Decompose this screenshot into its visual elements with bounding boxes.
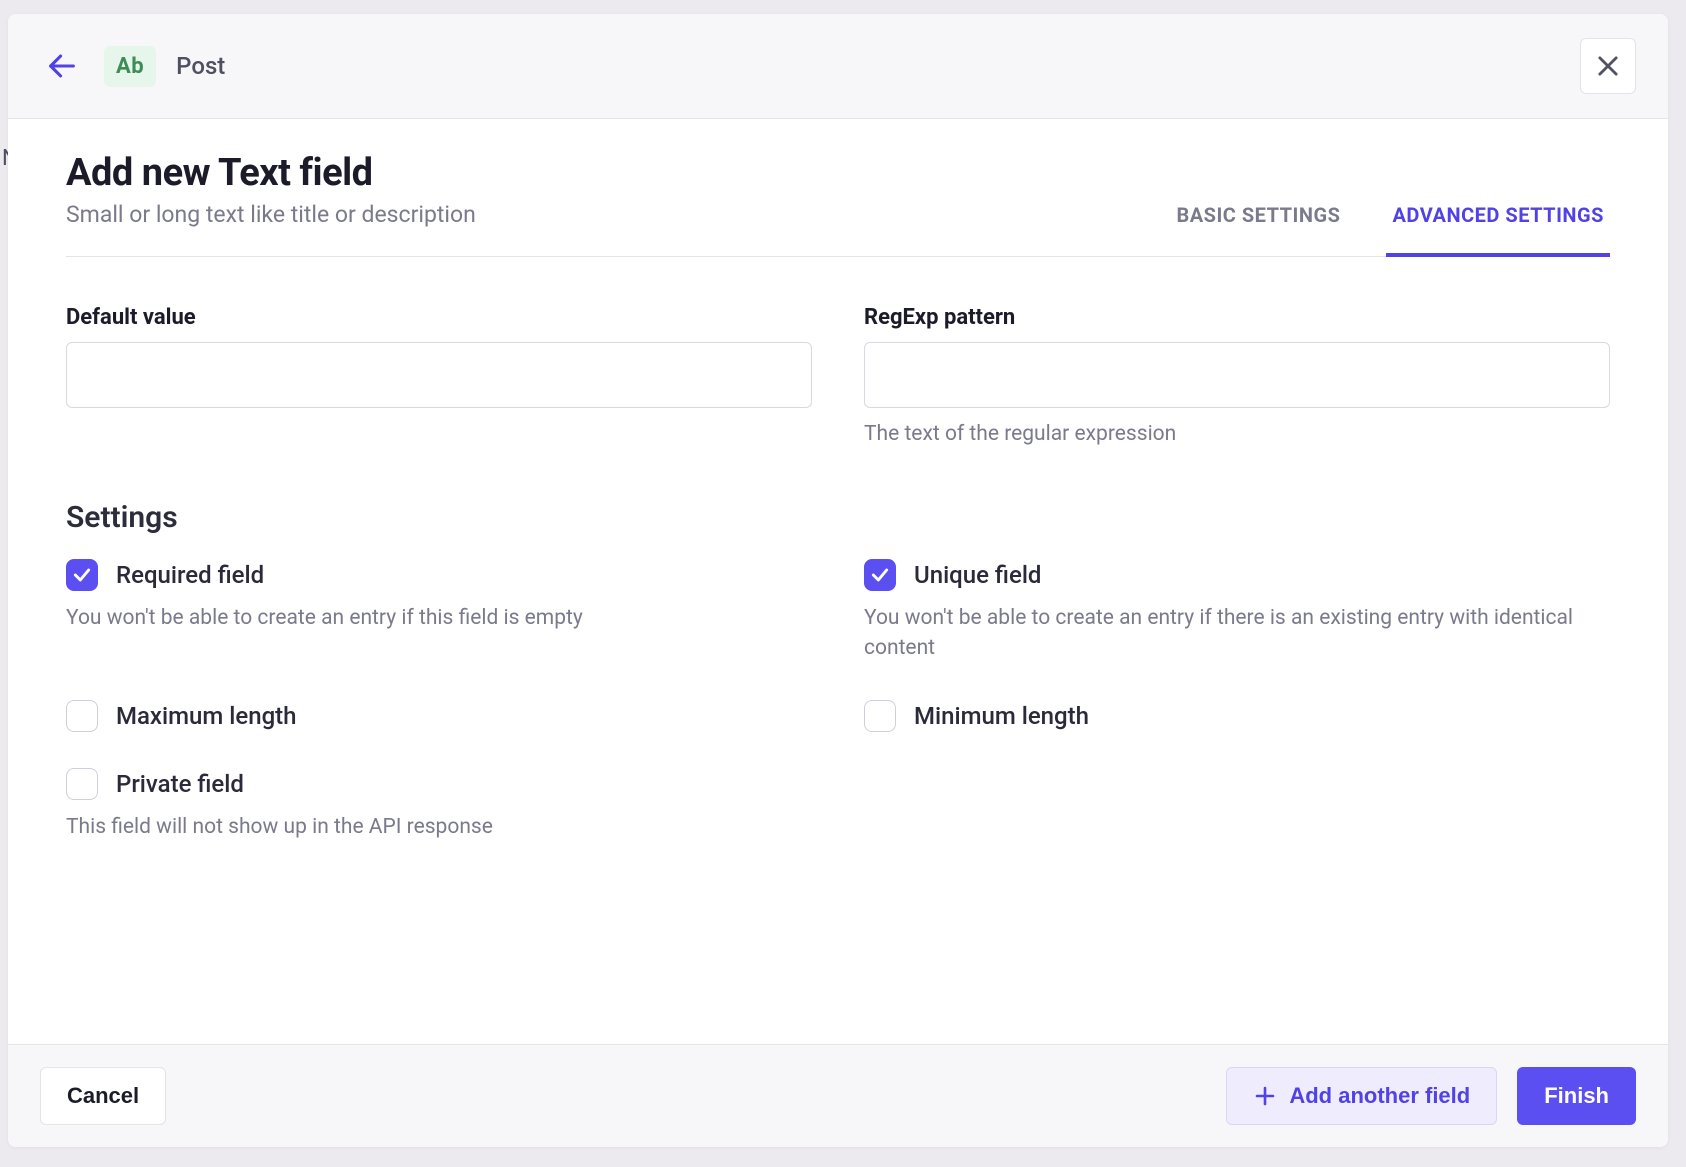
setting-unique: Unique field You won't be able to create…	[864, 559, 1610, 664]
plus-icon	[1253, 1084, 1277, 1108]
check-icon	[72, 565, 92, 585]
tab-advanced-settings[interactable]: Advanced Settings	[1386, 189, 1610, 257]
page-subtitle: Small or long text like title or descrip…	[66, 201, 1170, 228]
required-label: Required field	[116, 561, 264, 589]
check-icon	[870, 565, 890, 585]
tabs: Basic Settings Advanced Settings	[1170, 189, 1610, 257]
modal-footer: Cancel Add another field Finish	[8, 1044, 1668, 1147]
field-modal: Ab Post Add new Text field Small or long…	[8, 14, 1668, 1147]
regexp-label: RegExp pattern	[864, 305, 1610, 330]
setting-max-length: Maximum length	[66, 700, 812, 732]
modal-body: Add new Text field Small or long text li…	[8, 119, 1668, 1044]
cancel-button[interactable]: Cancel	[40, 1067, 166, 1125]
setting-min-length: Minimum length	[864, 700, 1610, 732]
setting-required: Required field You won't be able to crea…	[66, 559, 812, 664]
regexp-input[interactable]	[864, 342, 1610, 408]
unique-checkbox[interactable]	[864, 559, 896, 591]
unique-label: Unique field	[914, 561, 1041, 589]
min-length-checkbox[interactable]	[864, 700, 896, 732]
add-another-field-label: Add another field	[1289, 1083, 1470, 1109]
default-value-input[interactable]	[66, 342, 812, 408]
page-title: Add new Text field	[66, 151, 1170, 195]
collection-name: Post	[176, 52, 225, 80]
required-desc: You won't be able to create an entry if …	[66, 603, 812, 633]
setting-private: Private field This field will not show u…	[66, 768, 812, 842]
modal-header: Ab Post	[8, 14, 1668, 119]
private-desc: This field will not show up in the API r…	[66, 812, 812, 842]
close-icon	[1594, 52, 1622, 80]
max-length-label: Maximum length	[116, 702, 297, 730]
private-checkbox[interactable]	[66, 768, 98, 800]
close-button[interactable]	[1580, 38, 1636, 94]
required-checkbox[interactable]	[66, 559, 98, 591]
regexp-helper: The text of the regular expression	[864, 422, 1610, 446]
min-length-label: Minimum length	[914, 702, 1089, 730]
private-label: Private field	[116, 770, 244, 798]
tab-basic-settings[interactable]: Basic Settings	[1170, 189, 1346, 257]
max-length-checkbox[interactable]	[66, 700, 98, 732]
add-another-field-button[interactable]: Add another field	[1226, 1067, 1497, 1125]
arrow-left-icon	[45, 49, 79, 83]
settings-heading: Settings	[66, 500, 1610, 535]
unique-desc: You won't be able to create an entry if …	[864, 603, 1610, 664]
finish-button[interactable]: Finish	[1517, 1067, 1636, 1125]
default-value-label: Default value	[66, 305, 812, 330]
back-button[interactable]	[40, 44, 84, 88]
field-type-badge: Ab	[104, 46, 156, 87]
